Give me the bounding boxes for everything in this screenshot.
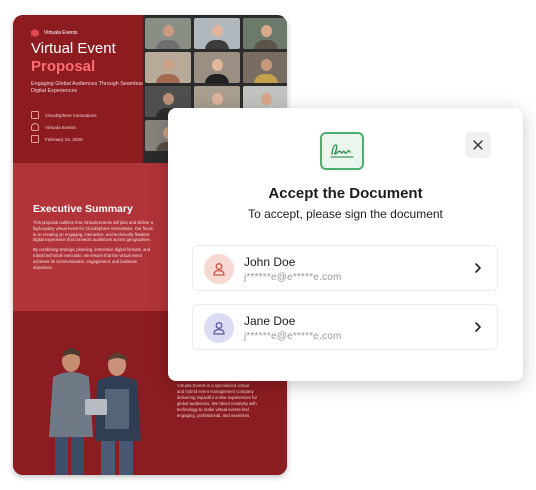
- brand-logo-icon: [31, 29, 39, 37]
- signature-glyph: [330, 144, 354, 158]
- meta-company-text: Virtuala Events: [45, 124, 76, 130]
- chevron-right-icon: [475, 322, 481, 332]
- signer-email: j******e@e*****e.com: [244, 272, 342, 283]
- brand: Virtuala Events: [31, 29, 78, 37]
- accept-document-modal: Accept the Document To accept, please si…: [168, 108, 523, 381]
- meta-client-text: CloudSphere Innovations: [45, 112, 97, 118]
- chevron-right-icon: [475, 263, 481, 273]
- video-tile: [145, 52, 191, 83]
- microphone-icon: [31, 123, 39, 131]
- document-title-accent: Proposal: [31, 58, 96, 75]
- brand-name: Virtuala Events: [44, 30, 78, 36]
- video-tile: [145, 18, 191, 49]
- signer-row-jane-doe[interactable]: Jane Doe j******e@e*****e.com: [192, 304, 498, 350]
- video-tile: [194, 18, 240, 49]
- modal-subtitle: To accept, please sign the document: [248, 207, 443, 221]
- signer-name: John Doe: [244, 255, 296, 269]
- signer-email: j******e@e*****e.com: [244, 331, 342, 342]
- meta-client: CloudSphere Innovations: [31, 111, 97, 119]
- video-tile: [243, 52, 287, 83]
- close-icon: [473, 140, 483, 150]
- signature-icon: [320, 132, 364, 170]
- document-title: Virtual Event: [31, 40, 116, 57]
- section-text: This proposal outlines how Virtuala Even…: [33, 220, 157, 270]
- signer-name: Jane Doe: [244, 314, 296, 328]
- close-button[interactable]: [465, 132, 491, 158]
- video-tile: [243, 18, 287, 49]
- calendar-icon: [31, 135, 39, 143]
- meta-company: Virtuala Events: [31, 123, 76, 131]
- people-photo: [49, 348, 141, 475]
- video-tile: [194, 52, 240, 83]
- monitor-icon: [31, 111, 39, 119]
- modal-title: Accept the Document: [268, 185, 423, 202]
- section-paragraph: This proposal outlines how Virtuala Even…: [33, 220, 154, 243]
- avatar: [204, 313, 234, 343]
- avatar: [204, 254, 234, 284]
- section-title: Executive Summary: [33, 203, 133, 215]
- signer-row-john-doe[interactable]: John Doe j******e@e*****e.com: [192, 245, 498, 291]
- about-text: Virtuala Events is a specialized virtual…: [177, 383, 258, 418]
- user-icon: [213, 263, 225, 276]
- user-icon: [213, 322, 225, 335]
- meta-date: February 15, 2030: [31, 135, 83, 143]
- meta-date-text: February 15, 2030: [45, 136, 83, 142]
- document-subtitle: Engaging Global Audiences Through Seamle…: [31, 81, 144, 94]
- section-paragraph: By combining strategic planning, immersi…: [33, 247, 151, 270]
